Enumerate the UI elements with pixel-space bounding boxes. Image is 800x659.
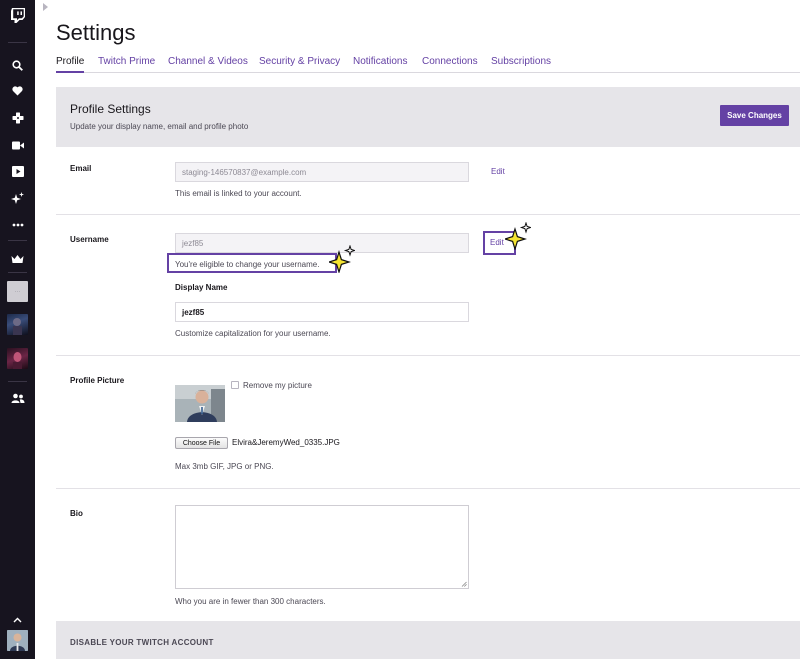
- resize-handle-icon[interactable]: [461, 581, 467, 587]
- email-help: This email is linked to your account.: [175, 189, 302, 198]
- twitch-logo-icon[interactable]: [0, 4, 35, 26]
- bio-help: Who you are in fewer than 300 characters…: [175, 597, 326, 606]
- chevron-up-icon[interactable]: [0, 613, 35, 627]
- sparkle-icon[interactable]: [0, 187, 35, 209]
- rail-divider: [8, 381, 27, 382]
- profile-settings-header: Profile Settings Update your display nam…: [56, 87, 800, 147]
- profile-picture-label: Profile Picture: [70, 376, 125, 385]
- username-eligible-text: You're eligible to change your username.: [175, 260, 320, 269]
- crown-icon[interactable]: [0, 248, 35, 270]
- channel-thumbnail-dark[interactable]: [7, 314, 28, 335]
- display-name-help: Customize capitalization for your userna…: [175, 329, 331, 338]
- bio-label: Bio: [70, 509, 83, 518]
- section-subtitle: Update your display name, email and prof…: [70, 122, 249, 131]
- rail-divider: [8, 240, 27, 241]
- save-changes-button[interactable]: Save Changes: [720, 105, 789, 126]
- channel-thumbnail-purple[interactable]: [7, 348, 28, 369]
- username-edit-link[interactable]: Edit: [490, 238, 504, 247]
- tab-profile[interactable]: Profile: [56, 56, 85, 73]
- user-avatar[interactable]: [7, 630, 28, 651]
- email-section: Email staging-146570837@example.com Edit…: [56, 147, 800, 215]
- video-camera-icon[interactable]: [0, 134, 35, 156]
- email-label: Email: [70, 164, 92, 173]
- username-label: Username: [70, 235, 109, 244]
- username-field[interactable]: jezf85: [175, 233, 469, 253]
- username-section: Username jezf85 Edit You're eligible to …: [56, 215, 800, 356]
- tab-channel-videos[interactable]: Channel & Videos: [168, 56, 248, 73]
- display-name-field[interactable]: jezf85: [175, 302, 469, 322]
- settings-tabs: Profile Twitch Prime Channel & Videos Se…: [56, 56, 800, 73]
- page-title: Settings: [56, 20, 136, 45]
- heart-icon[interactable]: [0, 80, 35, 102]
- profile-picture-help: Max 3mb GIF, JPG or PNG.: [175, 462, 274, 471]
- choose-file-button[interactable]: Choose File: [175, 437, 228, 449]
- tab-connections[interactable]: Connections: [422, 56, 478, 73]
- tab-security-privacy[interactable]: Security & Privacy: [259, 56, 340, 73]
- channel-thumbnail-placeholder[interactable]: ···: [7, 281, 28, 302]
- display-name-label: Display Name: [175, 283, 228, 292]
- email-edit-link[interactable]: Edit: [491, 167, 505, 176]
- selected-file-name: Elvira&JeremyWed_0335.JPG: [232, 438, 340, 447]
- tab-subscriptions[interactable]: Subscriptions: [491, 56, 551, 73]
- bio-section: Bio Who you are in fewer than 300 charac…: [56, 489, 800, 621]
- profile-picture-section: Profile Picture Remove my picture Choose…: [56, 356, 800, 489]
- rail-divider: [8, 42, 27, 43]
- gamepad-icon[interactable]: [0, 107, 35, 129]
- remove-picture-label: Remove my picture: [243, 381, 312, 390]
- more-icon[interactable]: [0, 214, 35, 236]
- disable-account-title: DISABLE YOUR TWITCH ACCOUNT: [70, 638, 214, 647]
- bio-textarea[interactable]: [175, 505, 469, 589]
- tab-notifications[interactable]: Notifications: [353, 56, 407, 73]
- profile-picture-thumbnail: [175, 385, 225, 422]
- email-value: staging-146570837@example.com: [182, 167, 307, 177]
- display-name-value: jezf85: [182, 307, 205, 317]
- disable-account-header: DISABLE YOUR TWITCH ACCOUNT: [56, 621, 800, 659]
- tab-twitch-prime[interactable]: Twitch Prime: [98, 56, 155, 73]
- left-sidebar: ···: [0, 0, 35, 659]
- username-value: jezf85: [182, 238, 204, 248]
- search-icon[interactable]: [0, 54, 35, 76]
- friends-icon[interactable]: [0, 387, 35, 409]
- expand-caret-icon[interactable]: [43, 3, 48, 11]
- sparkle-decoration-icon: [329, 245, 355, 273]
- rail-divider: [8, 272, 27, 273]
- email-field[interactable]: staging-146570837@example.com: [175, 162, 469, 182]
- remove-picture-checkbox[interactable]: [231, 381, 239, 389]
- section-title: Profile Settings: [70, 102, 151, 116]
- profile-settings-panel: Profile Settings Update your display nam…: [56, 87, 800, 659]
- play-icon[interactable]: [0, 160, 35, 182]
- sparkle-decoration-icon: [505, 222, 531, 250]
